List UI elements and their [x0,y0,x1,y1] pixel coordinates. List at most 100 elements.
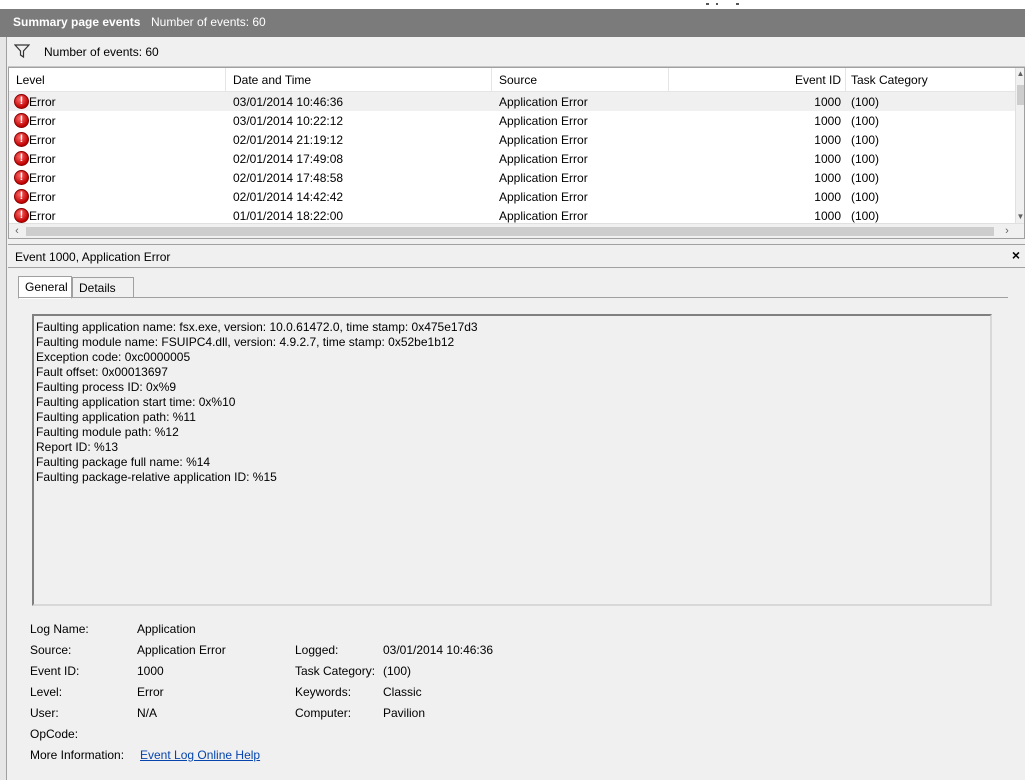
event-id-label: Event ID: [30,664,80,678]
keywords-label: Keywords: [295,685,352,699]
cell-level: Error [29,95,56,109]
cell-event-id: 1000 [814,152,841,166]
cell-task-category: (100) [851,133,880,147]
table-row[interactable]: ! Error 03/01/2014 10:22:12 Application … [9,111,1017,130]
description-line: Exception code: 0xc0000005 [36,350,191,364]
vertical-scrollbar[interactable]: ▲ ▼ [1015,68,1024,223]
cell-level: Error [29,114,56,128]
cell-date: 02/01/2014 17:49:08 [233,152,344,166]
event-log-online-help-link[interactable]: Event Log Online Help [140,748,260,762]
description-line: Faulting module name: FSUIPC4.dll, versi… [36,335,455,349]
scroll-up-icon[interactable]: ▲ [1016,69,1024,79]
description-line: Faulting package full name: %14 [36,455,211,469]
task-category-label: Task Category: [295,664,376,678]
cell-source: Application Error [499,95,588,109]
cell-task-category: (100) [851,114,880,128]
user-label: User: [30,706,59,720]
table-row[interactable]: ! Error 02/01/2014 14:42:42 Application … [9,187,1017,206]
grid-header: Level Date and Time Source Event ID Task… [9,68,1017,92]
cell-task-category: (100) [851,171,880,185]
vertical-scroll-thumb[interactable] [1017,85,1024,105]
computer-value: Pavilion [383,706,426,720]
logged-value: 03/01/2014 10:46:36 [383,643,494,657]
tab-general[interactable]: General [18,276,72,299]
level-value: Error [137,685,164,699]
error-icon: ! [14,132,29,147]
table-row[interactable]: ! Error 02/01/2014 17:48:58 Application … [9,168,1017,187]
horizontal-scrollbar[interactable]: ‹ › [9,223,1024,238]
cell-event-id: 1000 [814,95,841,109]
error-icon: ! [14,113,29,128]
error-icon: ! [14,189,29,204]
column-header-date[interactable]: Date and Time [233,73,311,91]
scroll-left-icon[interactable]: ‹ [10,225,24,238]
cell-event-id: 1000 [814,209,841,223]
cell-source: Application Error [499,114,588,128]
cell-event-id: 1000 [814,133,841,147]
column-separator[interactable] [845,68,846,92]
close-icon[interactable]: × [1009,247,1023,263]
column-header-event-id[interactable]: Event ID [795,73,841,91]
cell-event-id: 1000 [814,190,841,204]
cell-date: 02/01/2014 21:19:12 [233,133,344,147]
description-line: Faulting application path: %11 [36,410,196,424]
cell-date: 03/01/2014 10:46:36 [233,95,344,109]
title-bar-mark [716,3,718,5]
description-line: Faulting application start time: 0x%10 [36,395,236,409]
cell-source: Application Error [499,171,588,185]
column-header-source[interactable]: Source [499,73,537,91]
cell-event-id: 1000 [814,114,841,128]
column-header-level[interactable]: Level [16,73,45,91]
event-detail-header: Event 1000, Application Error × [8,245,1025,268]
keywords-value: Classic [383,685,422,699]
source-label: Source: [30,643,72,657]
cell-event-id: 1000 [814,171,841,185]
cell-task-category: (100) [851,209,880,223]
table-row[interactable]: ! Error 02/01/2014 21:19:12 Application … [9,130,1017,149]
column-separator[interactable] [668,68,669,92]
log-name-value: Application [137,622,196,636]
cell-level: Error [29,190,56,204]
cell-date: 02/01/2014 14:42:42 [233,190,344,204]
filter-count: Number of events: 60 [44,45,159,59]
tab-page-border [18,297,1008,298]
computer-label: Computer: [295,706,352,720]
description-line: Report ID: %13 [36,440,119,454]
cell-date: 03/01/2014 10:22:12 [233,114,344,128]
table-row[interactable]: ! Error 03/01/2014 10:46:36 Application … [9,92,1017,111]
more-information-label: More Information: [30,748,125,762]
description-line: Faulting application name: fsx.exe, vers… [36,320,478,334]
horizontal-scroll-thumb[interactable] [26,227,994,236]
error-icon: ! [14,170,29,185]
column-separator[interactable] [491,68,492,92]
summary-count: Number of events: 60 [151,15,266,29]
left-pane-edge [0,37,7,780]
cell-source: Application Error [499,209,588,223]
error-icon: ! [14,94,29,109]
cell-date: 01/01/2014 18:22:00 [233,209,344,223]
filter-bar: Number of events: 60 [8,37,1025,67]
event-description[interactable]: Faulting application name: fsx.exe, vers… [32,314,992,606]
cell-task-category: (100) [851,190,880,204]
events-grid[interactable]: Level Date and Time Source Event ID Task… [8,67,1025,239]
description-line: Faulting module path: %12 [36,425,179,439]
column-separator[interactable] [225,68,226,92]
summary-title: Summary page events [13,15,141,29]
event-id-value: 1000 [137,664,164,678]
log-name-label: Log Name: [30,622,89,636]
description-line: Fault offset: 0x00013697 [36,365,168,379]
level-label: Level: [30,685,63,699]
title-bar-mark [706,3,709,5]
cell-source: Application Error [499,152,588,166]
cell-task-category: (100) [851,152,880,166]
scroll-down-icon[interactable]: ▼ [1016,212,1024,222]
filter-icon[interactable] [14,44,30,58]
opcode-label: OpCode: [30,727,79,741]
task-category-value: (100) [383,664,412,678]
tab-details[interactable]: Details [72,277,134,298]
scroll-right-icon[interactable]: › [1000,225,1014,238]
cell-level: Error [29,133,56,147]
column-header-task-category[interactable]: Task Category [851,73,928,91]
error-icon: ! [14,208,29,223]
table-row[interactable]: ! Error 02/01/2014 17:49:08 Application … [9,149,1017,168]
